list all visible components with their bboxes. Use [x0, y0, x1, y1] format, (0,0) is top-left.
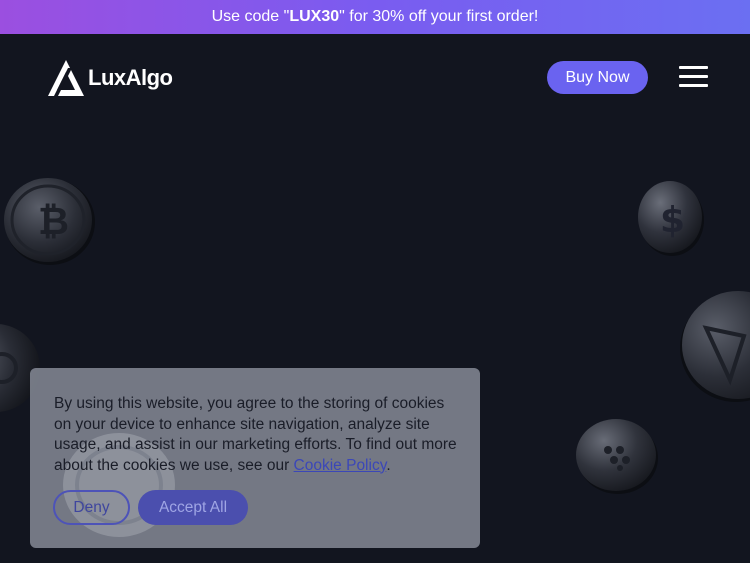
- promo-code: LUX30: [289, 8, 340, 25]
- promo-suffix: " for 30% off your first order!: [339, 8, 539, 25]
- cookie-message: By using this website, you agree to the …: [54, 394, 459, 476]
- svg-text:₿: ₿: [38, 199, 69, 243]
- site-header: LuxAlgo Buy Now: [0, 34, 750, 120]
- promo-bar: Use code " LUX30 " for 30% off your first …: [0, 0, 750, 34]
- logo-text: LuxAlgo: [88, 65, 173, 90]
- cookie-policy-link[interactable]: Cookie Policy: [294, 457, 387, 474]
- promo-prefix: Use code ": [211, 8, 290, 25]
- cookie-consent-banner: By using this website, you agree to the …: [30, 368, 480, 548]
- cookie-message-text: By using this website, you agree to the …: [54, 395, 457, 474]
- accept-all-button[interactable]: Accept All: [138, 490, 248, 525]
- luxalgo-logo-icon: [48, 60, 84, 96]
- cookie-message-end: .: [386, 456, 391, 474]
- tron-coin-icon: [680, 291, 750, 402]
- bitcoin-coin-icon: ₿: [4, 178, 95, 265]
- buy-now-button[interactable]: Buy Now: [547, 61, 648, 94]
- hamburger-menu-icon[interactable]: [676, 66, 710, 90]
- deny-button[interactable]: Deny: [53, 490, 130, 525]
- cardano-coin-icon: [576, 419, 658, 494]
- dollar-coin-icon: $: [638, 181, 704, 256]
- logo[interactable]: LuxAlgo: [46, 58, 173, 98]
- svg-text:$: $: [660, 200, 685, 241]
